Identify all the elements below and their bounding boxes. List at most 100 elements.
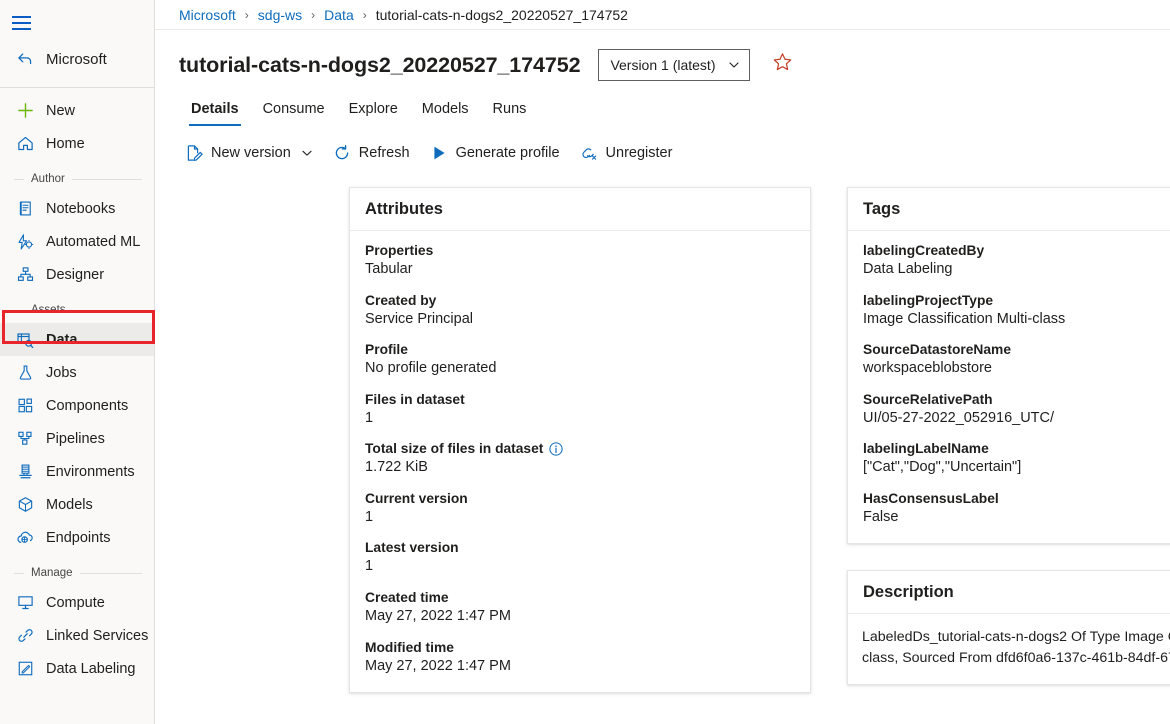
new-version-button[interactable]: New version — [175, 137, 323, 169]
pipelines-icon — [15, 429, 35, 449]
attribute-value: May 27, 2022 1:47 PM — [365, 657, 795, 677]
tag-value: workspaceblobstore — [863, 359, 1170, 379]
generate-profile-button[interactable]: Generate profile — [420, 137, 570, 169]
sidebar-item-label: Pipelines — [46, 431, 105, 447]
hamburger-icon[interactable] — [12, 6, 52, 40]
version-dropdown[interactable]: Version 1 (latest) — [598, 49, 749, 81]
attribute-row: Latest version 1 — [365, 540, 795, 577]
endpoints-icon — [15, 528, 35, 548]
main-area: Microsoft › sdg-ws › Data › tutorial-cat… — [155, 0, 1170, 724]
sidebar-item-notebooks[interactable]: Notebooks — [0, 192, 154, 225]
sidebar-item-jobs[interactable]: Jobs — [0, 356, 154, 389]
sidebar-item-compute[interactable]: Compute — [0, 586, 154, 619]
attribute-row: Created time May 27, 2022 1:47 PM — [365, 590, 795, 627]
sidebar-item-linked-services[interactable]: Linked Services — [0, 619, 154, 652]
sidebar-item-designer[interactable]: Designer — [0, 258, 154, 291]
sidebar-item-label: Endpoints — [46, 530, 111, 546]
tag-row: labelingLabelName ["Cat","Dog","Uncertai… — [863, 441, 1170, 478]
tag-row: labelingCreatedBy Data Labeling — [863, 243, 1170, 280]
cube-icon — [15, 495, 35, 515]
tab-bar: Details Consume Explore Models Runs — [155, 96, 1170, 126]
sidebar-group-author: Author — [0, 166, 154, 192]
tag-key: HasConsensusLabel — [863, 491, 1170, 506]
attribute-label: Files in dataset — [365, 392, 795, 407]
sidebar-item-components[interactable]: Components — [0, 389, 154, 422]
favorite-star-button[interactable] — [770, 52, 796, 78]
sidebar-item-environments[interactable]: Environments — [0, 455, 154, 488]
automated-ml-icon — [15, 232, 35, 252]
breadcrumb-item-workspace[interactable]: sdg-ws — [258, 7, 302, 23]
chevron-down-icon — [301, 147, 313, 159]
info-icon[interactable] — [549, 442, 563, 456]
sidebar-item-pipelines[interactable]: Pipelines — [0, 422, 154, 455]
sidebar-item-label: Notebooks — [46, 201, 115, 217]
tag-value: Image Classification Multi-class — [863, 310, 1170, 330]
star-icon — [772, 52, 793, 78]
notebook-icon — [15, 199, 35, 219]
sidebar-item-automated-ml[interactable]: Automated ML — [0, 225, 154, 258]
tab-details[interactable]: Details — [179, 96, 251, 126]
tab-runs[interactable]: Runs — [481, 96, 539, 126]
attribute-label: Created time — [365, 590, 795, 605]
tags-card-body: labelingCreatedBy Data Labeling labeling… — [848, 231, 1170, 543]
unregister-label: Unregister — [606, 145, 673, 161]
attributes-column: Attributes Properties Tabular Created by… — [349, 187, 811, 724]
sidebar-item-data[interactable]: Data — [0, 323, 154, 356]
tag-key: labelingCreatedBy — [863, 243, 1170, 258]
flask-icon — [15, 363, 35, 383]
unregister-button[interactable]: Unregister — [570, 137, 683, 169]
sidebar-item-label: Compute — [46, 595, 105, 611]
tag-key: labelingProjectType — [863, 293, 1170, 308]
attribute-value: May 27, 2022 1:47 PM — [365, 607, 795, 627]
sidebar-group-label: Author — [31, 173, 65, 185]
attribute-row: Properties Tabular — [365, 243, 795, 280]
attribute-value: 1 — [365, 409, 795, 429]
left-sidebar: Microsoft New Home Author Notebooks — [0, 0, 155, 724]
tab-explore[interactable]: Explore — [337, 96, 410, 126]
sidebar-group-label: Manage — [31, 567, 73, 579]
description-card-header: Description — [848, 571, 1170, 614]
refresh-label: Refresh — [359, 145, 410, 161]
sidebar-item-label: Jobs — [46, 365, 77, 381]
sidebar-item-label: Designer — [46, 267, 104, 283]
sidebar-item-label: Automated ML — [46, 234, 140, 250]
attribute-value: Tabular — [365, 260, 795, 280]
sidebar-item-label: Environments — [46, 464, 135, 480]
label-pen-icon — [15, 659, 35, 679]
tag-key: SourceRelativePath — [863, 392, 1170, 407]
attribute-row: Profile No profile generated — [365, 342, 795, 379]
tab-consume[interactable]: Consume — [251, 96, 337, 126]
breadcrumb-separator-icon: › — [363, 8, 367, 22]
attribute-row: Created by Service Principal — [365, 293, 795, 330]
sidebar-item-new[interactable]: New — [0, 94, 154, 127]
description-card-title: Description — [863, 583, 954, 602]
unregister-icon — [580, 144, 598, 162]
details-content: Attributes Properties Tabular Created by… — [155, 171, 1170, 724]
tab-models[interactable]: Models — [410, 96, 481, 126]
attribute-value: 1.722 KiB — [365, 458, 795, 478]
breadcrumb-item-microsoft[interactable]: Microsoft — [179, 7, 236, 23]
sidebar-item-models[interactable]: Models — [0, 488, 154, 521]
attribute-label: Properties — [365, 243, 795, 258]
breadcrumb-item-data[interactable]: Data — [324, 7, 354, 23]
sidebar-item-home[interactable]: Home — [0, 127, 154, 160]
link-icon — [15, 626, 35, 646]
tag-value: Data Labeling — [863, 260, 1170, 280]
refresh-button[interactable]: Refresh — [323, 137, 420, 169]
new-version-icon — [185, 144, 203, 162]
sidebar-back-microsoft[interactable]: Microsoft — [0, 40, 154, 78]
sidebar-group-manage: Manage — [0, 560, 154, 586]
sidebar-item-data-labeling[interactable]: Data Labeling — [0, 652, 154, 685]
generate-profile-label: Generate profile — [456, 145, 560, 161]
tags-card: Tags labelingCreatedBy Data Labeling — [847, 187, 1170, 544]
version-dropdown-value: Version 1 (latest) — [610, 57, 715, 73]
attributes-card-body: Properties Tabular Created by Service Pr… — [350, 231, 810, 692]
sidebar-group-assets: Assets — [0, 297, 154, 323]
breadcrumb-item-current: tutorial-cats-n-dogs2_20220527_174752 — [376, 7, 628, 23]
tag-row: labelingProjectType Image Classification… — [863, 293, 1170, 330]
back-arrow-icon — [15, 49, 35, 69]
title-row: tutorial-cats-n-dogs2_20220527_174752 Ve… — [155, 30, 1170, 86]
tag-value: False — [863, 508, 1170, 528]
attribute-value: Service Principal — [365, 310, 795, 330]
sidebar-item-endpoints[interactable]: Endpoints — [0, 521, 154, 554]
